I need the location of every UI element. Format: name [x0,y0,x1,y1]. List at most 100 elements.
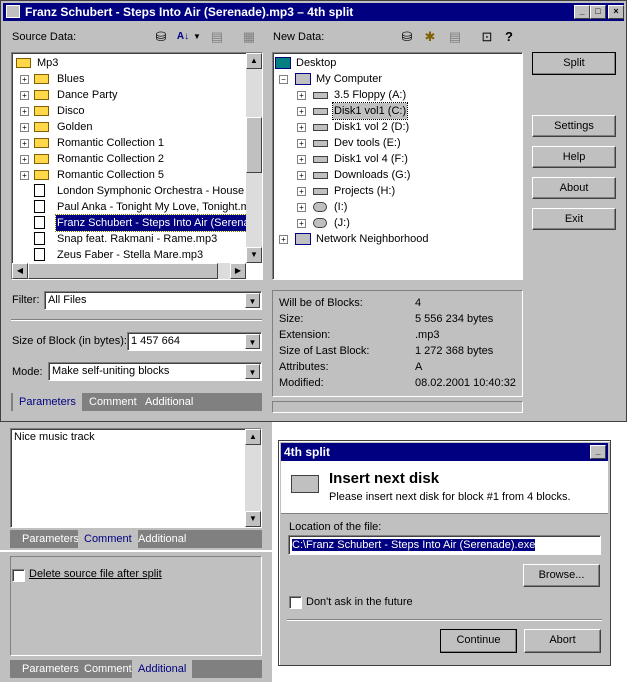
expand-icon[interactable]: + [279,235,288,244]
tab-parameters[interactable]: Parameters [16,530,85,548]
tab-comment[interactable]: Comment [83,393,143,411]
expand-icon[interactable]: + [297,91,306,100]
expand-icon[interactable]: + [20,139,29,148]
location-field[interactable]: C:\Franz Schubert - Steps Into Air (Sere… [288,535,601,555]
tree-folder-item[interactable]: + Romantic Collection 2 [14,151,246,167]
source-vscrollbar[interactable]: ▲ ▼ [246,53,262,263]
scroll-down-button[interactable]: ▼ [245,511,261,527]
expand-icon[interactable]: + [20,123,29,132]
chevron-down-icon[interactable]: ▼ [245,293,260,308]
expand-icon[interactable]: + [20,155,29,164]
tree-netdrive-item[interactable]: + (J:) [275,215,520,231]
tab-parameters[interactable]: Parameters [16,660,85,678]
dont-ask-checkbox[interactable] [289,596,302,609]
scroll-down-button[interactable]: ▼ [246,247,262,263]
expand-icon[interactable]: + [20,91,29,100]
expand-icon[interactable]: + [20,107,29,116]
view-icon[interactable]: ▤ [209,29,225,45]
scroll-thumb[interactable] [246,117,262,173]
tree-folder-item[interactable]: + Dance Party [14,87,246,103]
tab-additional[interactable]: Additional [132,660,193,678]
delete-source-label[interactable]: Delete source file after split [29,568,162,580]
tree-drive-item[interactable]: + Disk1 vol 4 (F:) [275,151,520,167]
expand-icon[interactable]: + [297,107,306,116]
tree-folder-item[interactable]: + Blues [14,71,246,87]
tree-file-item[interactable]: Zeus Faber - Stella Mare.mp3 [14,247,246,263]
tree-desktop-item[interactable]: Desktop [275,55,520,71]
source-tree[interactable]: Mp3 + Blues + Dance Party + Disco + Golden + Roman… [11,52,263,280]
chevron-down-icon[interactable]: ▼ [245,364,260,379]
details-icon[interactable]: ▦ [241,29,257,45]
block-size-combo[interactable]: 1 457 664 ▼ [127,332,262,351]
expand-icon[interactable]: + [297,219,306,228]
expand-icon[interactable]: + [297,171,306,180]
settings-button[interactable]: Settings [532,115,616,137]
properties-icon[interactable]: ⊡ [479,29,495,45]
tab-comment[interactable]: Comment [78,660,138,678]
destination-tree[interactable]: Desktop − My Computer +3.5 Floppy (A:) + Disk… [272,52,523,280]
tree-drive-item[interactable]: + Dev tools (E:) [275,135,520,151]
tree-folder-item[interactable]: + Disco [14,103,246,119]
tree-file-item[interactable]: Snap feat. Rakmani - Rame.mp3 [14,231,246,247]
tree-netdrive-item[interactable]: + (I:) [275,199,520,215]
view-icon[interactable]: ▤ [447,29,463,45]
tab-additional[interactable]: Additional [139,393,199,411]
tree-folder-item[interactable]: + Golden [14,119,246,135]
delete-source-checkbox[interactable] [12,569,25,582]
maximize-button[interactable]: □ [590,5,606,19]
scroll-right-button[interactable]: ▶ [230,263,246,279]
scroll-up-button[interactable]: ▲ [246,53,262,69]
tree-drive-item[interactable]: + Disk1 vol1 (C:) [275,102,520,120]
chevron-down-icon[interactable]: ▼ [245,334,260,349]
tree-folder-item[interactable]: + Romantic Collection 5 [14,167,246,183]
tree-network-item[interactable]: + Network Neighborhood [275,231,520,247]
help-button[interactable]: Help [532,146,616,168]
abort-button[interactable]: Abort [524,629,601,653]
folder-refresh-icon[interactable]: ⛁ [399,29,415,45]
folder-refresh-icon[interactable]: ⛁ [153,29,169,45]
tree-drive-item[interactable]: +3.5 Floppy (A:) [275,87,520,103]
tab-comment[interactable]: Comment [78,530,138,548]
expand-icon[interactable]: + [297,187,306,196]
sort-az-icon[interactable]: A↓ [175,29,191,45]
split-button[interactable]: Split [532,52,616,75]
tree-file-item[interactable]: Franz Schubert - Steps Into Air (Serenad… [14,214,246,232]
mode-select[interactable]: Make self-uniting blocks ▼ [48,362,262,381]
tab-parameters[interactable]: Parameters [13,393,82,411]
scroll-up-button[interactable]: ▲ [245,429,261,445]
expand-icon[interactable]: + [20,75,29,84]
about-button[interactable]: About [532,177,616,199]
help-pointer-icon[interactable]: ? [501,29,517,45]
expand-icon[interactable]: + [297,139,306,148]
close-button[interactable]: × [608,5,624,19]
tree-computer-item[interactable]: − My Computer [275,71,520,87]
tree-file-item[interactable]: London Symphonic Orchestra - House Of [14,183,246,199]
tree-drive-item[interactable]: + Downloads (G:) [275,167,520,183]
dropdown-arrow-icon[interactable]: ▼ [192,29,202,45]
tree-drive-item[interactable]: + Projects (H:) [275,183,520,199]
expand-icon[interactable]: + [297,155,306,164]
minimize-button[interactable]: _ [574,5,590,19]
tree-drive-item[interactable]: + Disk1 vol 2 (D:) [275,119,520,135]
new-folder-icon[interactable]: ✱ [422,29,438,45]
browse-button[interactable]: Browse... [523,564,600,587]
scroll-left-button[interactable]: ◀ [12,263,28,279]
expand-icon[interactable]: + [297,123,306,132]
source-hscrollbar[interactable]: ◀ ▶ [12,263,246,279]
dont-ask-label[interactable]: Don't ask in the future [306,596,413,608]
tree-folder-item[interactable]: Mp3 [14,55,246,71]
minimize-button[interactable]: _ [590,445,606,459]
scroll-hthumb[interactable] [28,263,218,279]
expand-icon[interactable]: + [297,203,306,212]
tree-folder-item[interactable]: + Romantic Collection 1 [14,135,246,151]
comment-vscrollbar[interactable]: ▲ ▼ [245,429,261,527]
continue-button[interactable]: Continue [440,629,517,653]
exit-button[interactable]: Exit [532,208,616,230]
collapse-icon[interactable]: − [279,75,288,84]
filter-select[interactable]: All Files ▼ [44,291,262,310]
expand-icon[interactable]: + [20,171,29,180]
title-bar[interactable]: Franz Schubert - Steps Into Air (Serenad… [3,3,624,21]
tree-file-item[interactable]: Paul Anka - Tonight My Love, Tonight.mp [14,199,246,215]
tab-additional[interactable]: Additional [132,530,192,548]
comment-textarea[interactable]: Nice music track ▲ ▼ [10,428,262,528]
